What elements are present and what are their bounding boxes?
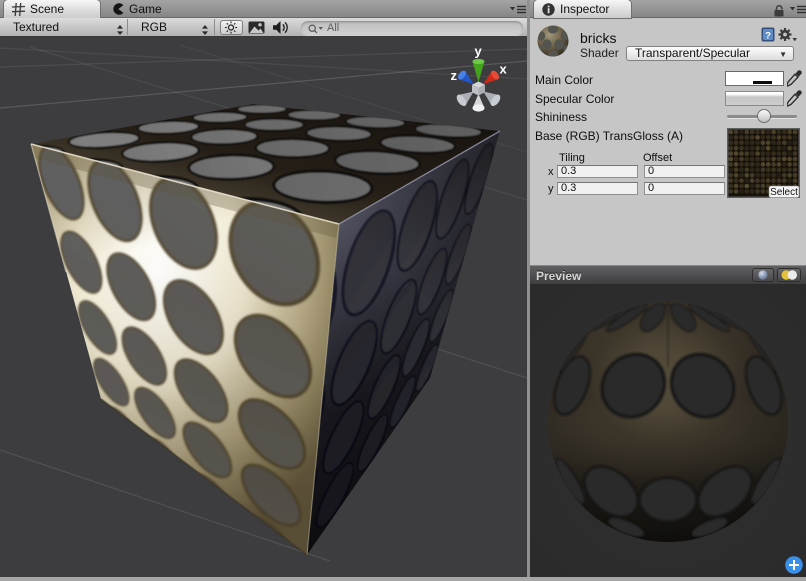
svg-text:?: ?: [765, 31, 771, 42]
svg-text:z: z: [451, 68, 458, 83]
svg-text:Select: Select: [770, 187, 798, 198]
svg-text:y: y: [475, 44, 483, 59]
svg-text:x: x: [500, 62, 508, 77]
